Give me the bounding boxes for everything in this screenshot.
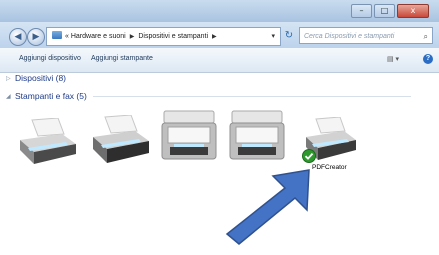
control-panel-icon [52, 31, 62, 39]
breadcrumb-hardware[interactable]: Hardware e suoni [71, 33, 126, 40]
close-button[interactable]: x [397, 4, 429, 18]
breadcrumb-devices-printers[interactable]: Dispositivi e stampanti [138, 33, 208, 40]
printer-icon [18, 118, 78, 166]
mfp-printer-item[interactable] [228, 109, 286, 161]
search-placeholder: Cerca Dispositivi e stampanti [304, 33, 395, 40]
collapse-icon[interactable]: ◢ [6, 93, 15, 100]
help-icon[interactable]: ? [423, 54, 433, 64]
search-icon[interactable]: ⌕ [424, 28, 428, 43]
view-options-icon[interactable]: ▤ ▾ [387, 55, 399, 63]
pointer-arrow-graphic [225, 168, 315, 251]
group-printers-label: Stampanti e fax (5) [15, 91, 87, 101]
group-devices-label: Dispositivi (8) [15, 73, 67, 83]
add-printer-button[interactable]: Aggiungi stampante [91, 55, 153, 62]
minimize-button[interactable]: – [351, 4, 372, 18]
breadcrumb-separator-icon[interactable]: ▶ [130, 34, 135, 40]
title-bar: – □ x [0, 0, 439, 22]
printer-icon [91, 115, 151, 165]
group-printers[interactable]: ◢ Stampanti e fax (5) [6, 91, 411, 101]
expand-icon[interactable]: ▷ [6, 75, 15, 82]
forward-button[interactable]: ▶ [27, 28, 45, 46]
printer-item-pdfcreator[interactable]: PDFCreator [302, 117, 358, 171]
printers-panel: PDFCreator [0, 103, 439, 188]
group-devices[interactable]: ▷ Dispositivi (8) [6, 73, 66, 83]
mfp-printer-icon [228, 109, 286, 161]
printer-item[interactable] [91, 115, 151, 165]
search-input[interactable]: Cerca Dispositivi e stampanti ⌕ [299, 27, 433, 44]
mfp-printer-item[interactable] [160, 109, 218, 161]
mfp-printer-icon [160, 109, 218, 161]
printer-item[interactable] [18, 118, 78, 166]
address-bar[interactable]: « Hardware e suoni ▶ Dispositivi e stampan… [46, 27, 281, 46]
refresh-icon[interactable]: ↻ [282, 29, 296, 43]
add-device-button[interactable]: Aggiungi dispositivo [19, 55, 81, 62]
breadcrumb-prefix: « [65, 33, 69, 40]
back-button[interactable]: ◀ [9, 28, 27, 46]
window-controls: – □ x [351, 4, 429, 18]
command-bar: Aggiungi dispositivo Aggiungi stampante … [0, 48, 439, 73]
address-dropdown-icon[interactable]: ▾ [271, 28, 275, 45]
navigation-bar: ◀ ▶ « Hardware e suoni ▶ Dispositivi e sta… [0, 22, 439, 48]
maximize-button[interactable]: □ [374, 4, 395, 18]
breadcrumb-separator-icon[interactable]: ▶ [212, 34, 217, 40]
printer-label: PDFCreator [312, 164, 347, 171]
group-divider [92, 95, 411, 97]
